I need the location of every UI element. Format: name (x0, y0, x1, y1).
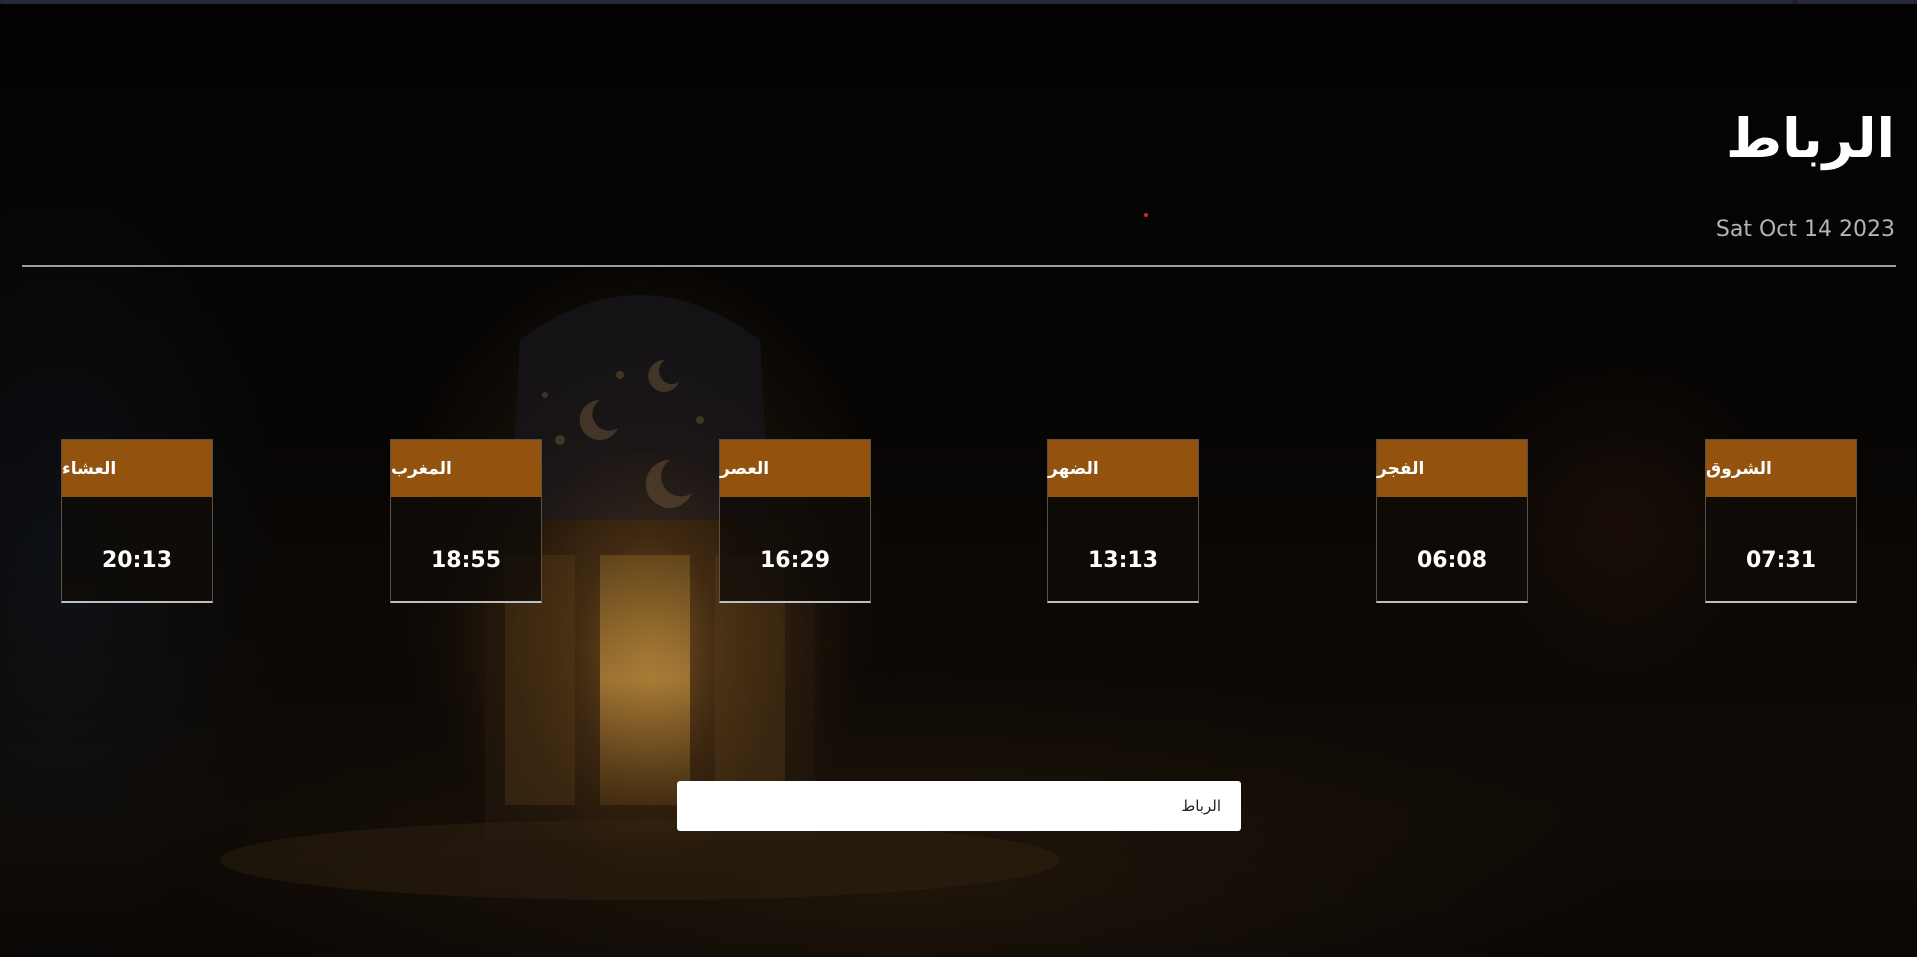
prayer-card-header: الشروق (1706, 440, 1856, 497)
prayer-time: 16:29 (759, 548, 831, 573)
top-strip-segment (0, 0, 1793, 4)
prayer-card-fajr: الفجر 06:08 (1376, 439, 1528, 603)
prayer-name: الشروق (1706, 458, 1772, 479)
prayer-time: 13:13 (1087, 548, 1159, 573)
browser-top-strip (0, 0, 1917, 4)
prayer-card-dhuhr: الضهر 13:13 (1047, 439, 1199, 603)
header-divider (22, 265, 1896, 267)
city-search-input[interactable] (677, 781, 1241, 831)
prayer-time: 20:13 (101, 548, 173, 573)
prayer-name: العصر (720, 458, 770, 479)
prayer-time: 06:08 (1416, 548, 1488, 573)
page-background: الرباط Sat Oct 14 2023 الشروق 07:31 الفج… (0, 0, 1917, 957)
prayer-time: 18:55 (430, 548, 502, 573)
prayer-card-isha: العشاء 20:13 (61, 439, 213, 603)
prayer-name: الضهر (1048, 458, 1099, 479)
prayer-name: المغرب (391, 458, 452, 479)
top-strip-segment (1797, 0, 1917, 4)
prayer-card-header: الفجر (1377, 440, 1527, 497)
prayer-card-header: العصر (720, 440, 870, 497)
prayer-card-maghrib: المغرب 18:55 (390, 439, 542, 603)
prayer-card-asr: العصر 16:29 (719, 439, 871, 603)
prayer-card-header: الضهر (1048, 440, 1198, 497)
city-title: الرباط (1725, 107, 1895, 170)
prayer-time: 07:31 (1745, 548, 1817, 573)
prayer-card-header: المغرب (391, 440, 541, 497)
current-date: Sat Oct 14 2023 (1715, 217, 1895, 242)
red-dot-indicator (1144, 213, 1148, 217)
prayer-card-header: العشاء (62, 440, 212, 497)
prayer-name: الفجر (1377, 458, 1425, 479)
prayer-card-shuruq: الشروق 07:31 (1705, 439, 1857, 603)
prayer-name: العشاء (62, 458, 117, 479)
